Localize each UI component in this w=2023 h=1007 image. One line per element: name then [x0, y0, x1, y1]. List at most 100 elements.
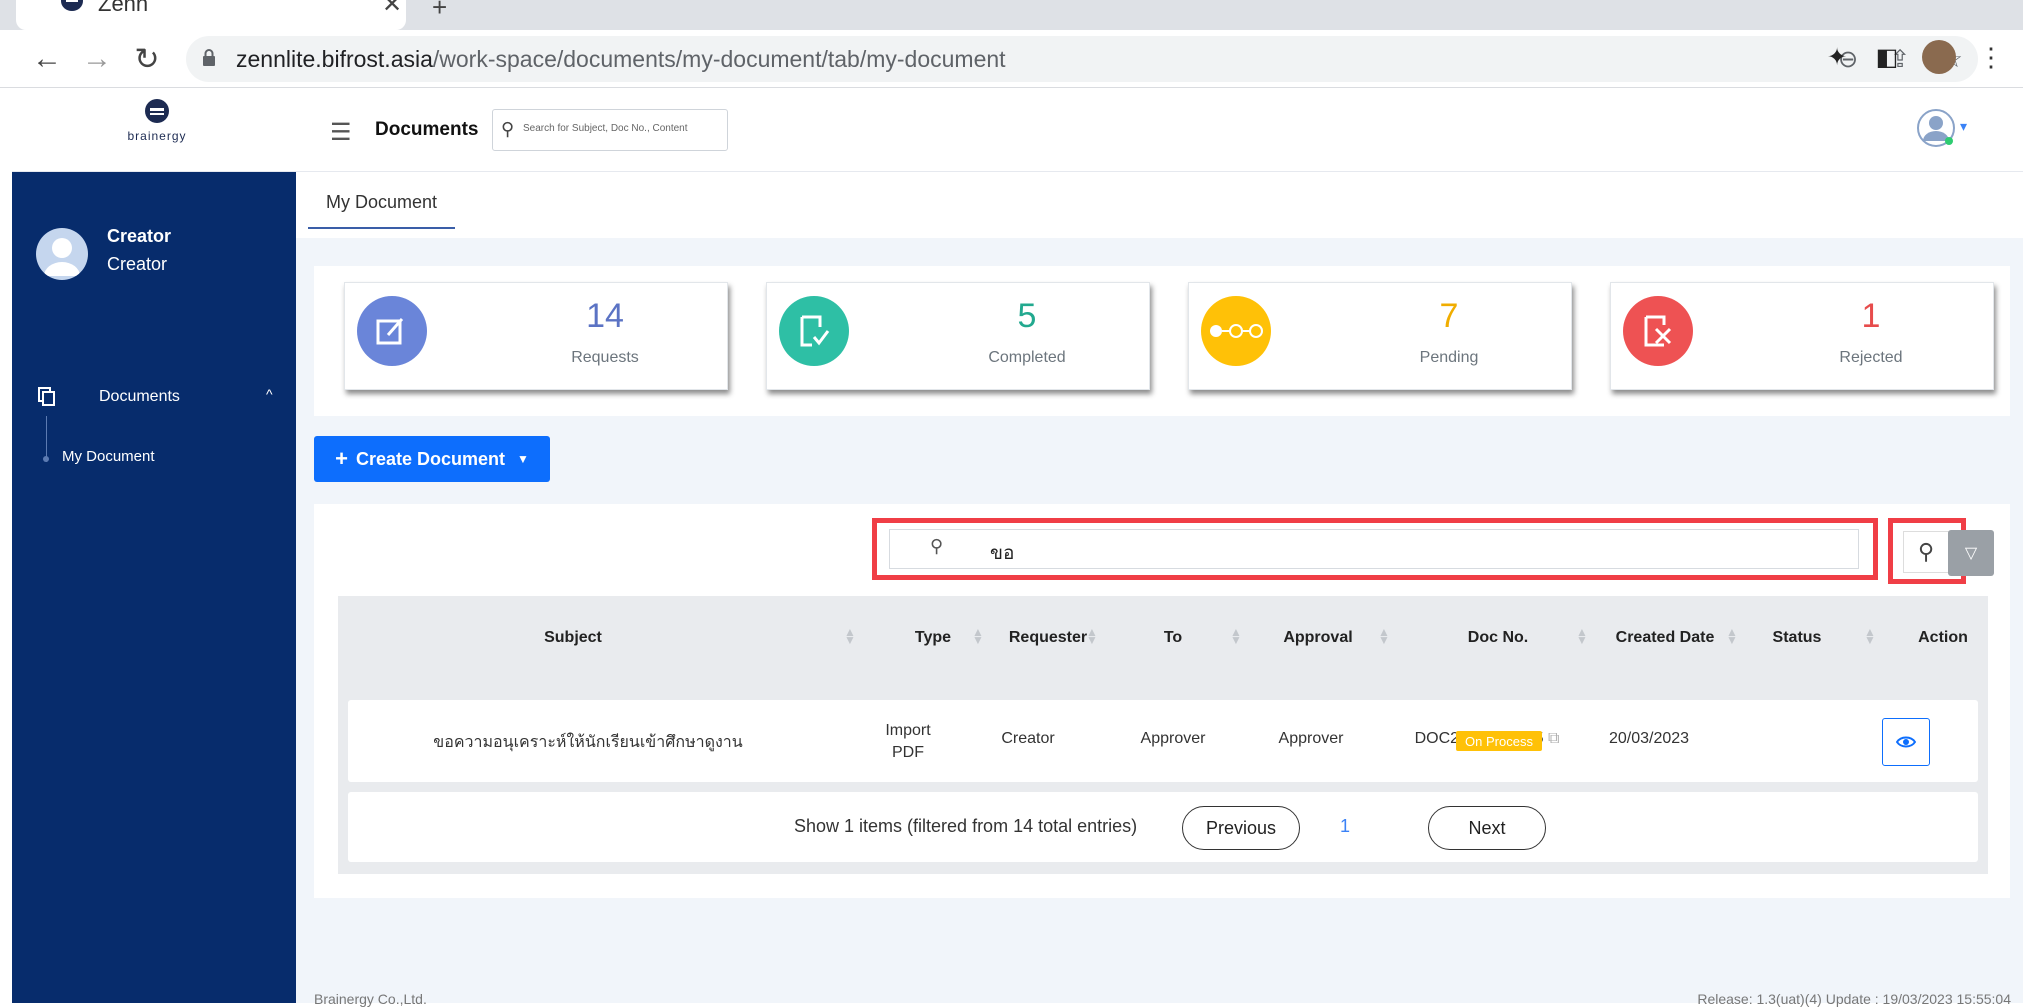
search-button[interactable]: ⚲: [1903, 531, 1949, 573]
reload-icon[interactable]: ↻: [128, 40, 166, 78]
stat-card-rejected[interactable]: 1 Rejected: [1610, 282, 1994, 390]
user-avatar[interactable]: [1916, 108, 1956, 148]
create-document-button[interactable]: + Create Document ▼: [314, 436, 550, 482]
brand-logo[interactable]: brainergy: [112, 98, 202, 143]
stat-label: Rejected: [1839, 349, 1903, 366]
cell-approval: Approver: [1278, 730, 1344, 747]
cell-subject: ขอความอนุเคราะห์ให้นักเรียนเข้าศึกษาดูงา…: [433, 734, 743, 751]
next-button[interactable]: Next: [1428, 806, 1546, 850]
browser-tabstrip: Zenn ✕ +: [0, 0, 2023, 30]
column-header-created-date[interactable]: Created Date: [1600, 629, 1730, 647]
stat-value: 7: [1439, 297, 1459, 335]
copy-icon[interactable]: ⧉: [1548, 730, 1559, 747]
sort-icon[interactable]: ▲ ▼: [1864, 626, 1876, 646]
sidebar: Creator Creator Documents ^ My Document: [12, 172, 296, 1003]
documents-table-panel: ⚲ ขอ ⚲ ▽ Subject ▲ ▼ Type ▲ ▼ Requester ▲ ▼…: [314, 504, 2010, 898]
side-panel-icon[interactable]: ◧: [1872, 42, 1902, 72]
cell-requester: Creator: [1001, 730, 1055, 747]
app-root: brainergy ☰ Documents ⚲ Search for Subje…: [12, 88, 2023, 1007]
column-header-subject[interactable]: Subject: [468, 629, 678, 647]
chevron-down-icon: ▼: [517, 452, 529, 466]
stat-card-requests[interactable]: 14 Requests: [344, 282, 728, 390]
check-doc-icon: [779, 296, 849, 366]
search-value: ขอ: [990, 543, 1015, 564]
zenn-favicon-icon: [61, 0, 83, 11]
plus-icon: +: [335, 446, 348, 471]
stat-label: Requests: [571, 349, 639, 366]
address-bar[interactable]: zennlite.bifrost.asia/work-space/documen…: [186, 36, 1978, 82]
table-header: Subject ▲ ▼ Type ▲ ▼ Requester ▲ ▼ To ▲ ▼ Ap…: [338, 596, 1988, 678]
sidebar-item-my-document[interactable]: My Document: [62, 448, 155, 465]
url-text: zennlite.bifrost.asia/work-space/documen…: [236, 46, 1006, 72]
stats-panel: 14 Requests 5 Completed 7 Pending 1 Reje…: [314, 266, 2010, 416]
stat-card-completed[interactable]: 5 Completed: [766, 282, 1150, 390]
column-header-doc-no[interactable]: Doc No.: [1438, 629, 1558, 647]
pagination: Show 1 items (filtered from 14 total ent…: [348, 792, 1978, 862]
previous-button[interactable]: Previous: [1182, 806, 1300, 850]
browser-toolbar: ← → ↻ zennlite.bifrost.asia/work-space/d…: [0, 30, 2023, 88]
search-icon: ⚲: [501, 119, 515, 139]
sort-icon[interactable]: ▲ ▼: [972, 626, 984, 646]
pagination-info: Show 1 items (filtered from 14 total ent…: [794, 816, 1138, 836]
view-button[interactable]: [1882, 718, 1930, 766]
footer-release: Release: 1.3(uat)(4) Update : 19/03/2023…: [1697, 991, 2011, 1007]
stat-label: Pending: [1419, 349, 1479, 366]
extensions-area: ✦ ◧ ⋮: [1822, 40, 2006, 74]
browser-profile-avatar[interactable]: [1922, 40, 1956, 74]
lock-icon: [203, 49, 215, 66]
table-search-highlight: ⚲ ขอ: [872, 518, 1878, 580]
flow-icon: [1201, 296, 1271, 366]
filter-button[interactable]: ▽: [1948, 530, 1994, 576]
eye-icon: [1896, 736, 1916, 748]
forward-arrow-icon[interactable]: →: [78, 40, 116, 78]
sort-icon[interactable]: ▲ ▼: [1230, 626, 1242, 646]
cell-type: Import PDF: [885, 722, 931, 761]
create-document-label: Create Document: [355, 448, 505, 469]
header-search-input[interactable]: ⚲ Search for Subject, Doc No., Content: [492, 109, 728, 151]
sort-icon[interactable]: ▲ ▼: [1086, 626, 1098, 646]
sidebar-tree-dot: [43, 456, 49, 462]
column-header-to[interactable]: To: [1138, 629, 1208, 647]
search-icon: ⚲: [1917, 539, 1935, 564]
brainergy-logo-icon: [145, 99, 169, 123]
sidebar-user-role: Creator: [107, 254, 168, 274]
browser-tab[interactable]: Zenn ✕: [16, 0, 406, 30]
page-number[interactable]: 1: [1340, 816, 1350, 837]
column-header-status[interactable]: Status: [1752, 629, 1842, 647]
sidebar-avatar: [36, 228, 88, 280]
table-row[interactable]: ขอความอนุเคราะห์ให้นักเรียนเข้าศึกษาดูงา…: [348, 700, 1978, 782]
stat-label: Completed: [988, 349, 1066, 366]
stat-value: 5: [1017, 297, 1037, 335]
sort-icon[interactable]: ▲ ▼: [844, 626, 856, 646]
hamburger-menu-icon[interactable]: ☰: [330, 118, 352, 147]
column-header-approval[interactable]: Approval: [1258, 629, 1378, 647]
sidebar-item-label: Documents: [99, 388, 180, 405]
new-tab-icon[interactable]: +: [432, 0, 447, 23]
stat-card-pending[interactable]: 7 Pending: [1188, 282, 1572, 390]
stat-value: 1: [1861, 297, 1881, 335]
documents-table: Subject ▲ ▼ Type ▲ ▼ Requester ▲ ▼ To ▲ ▼ Ap…: [338, 596, 1988, 874]
app-header: brainergy ☰ Documents ⚲ Search for Subje…: [12, 88, 2023, 172]
sidebar-user-name: Creator: [107, 226, 172, 246]
table-search-input[interactable]: ⚲ ขอ: [889, 529, 1859, 569]
tab-my-document[interactable]: My Document: [308, 192, 456, 229]
page-title: Documents: [375, 119, 479, 140]
close-icon[interactable]: ✕: [382, 0, 402, 19]
sort-icon[interactable]: ▲ ▼: [1726, 626, 1738, 646]
puzzle-icon[interactable]: ✦: [1822, 42, 1852, 72]
cell-to: Approver: [1140, 730, 1206, 747]
cell-created-date: 20/03/2023: [1608, 730, 1690, 747]
sidebar-item-documents[interactable]: Documents ^: [36, 384, 286, 414]
brand-name: brainergy: [127, 129, 187, 143]
column-header-action: Action: [1918, 629, 1968, 646]
more-menu-icon[interactable]: ⋮: [1976, 42, 2006, 72]
tab-title: Zenn: [98, 0, 149, 16]
sort-icon[interactable]: ▲ ▼: [1576, 626, 1588, 646]
back-arrow-icon[interactable]: ←: [28, 40, 66, 78]
chevron-down-icon[interactable]: ▾: [1960, 118, 1967, 135]
sort-icon[interactable]: ▲ ▼: [1378, 626, 1390, 646]
search-icon: ⚲: [930, 536, 944, 556]
filter-icon: ▽: [1964, 545, 1978, 562]
column-header-type[interactable]: Type: [898, 629, 968, 647]
footer-company: Brainergy Co.,Ltd.: [314, 991, 427, 1007]
